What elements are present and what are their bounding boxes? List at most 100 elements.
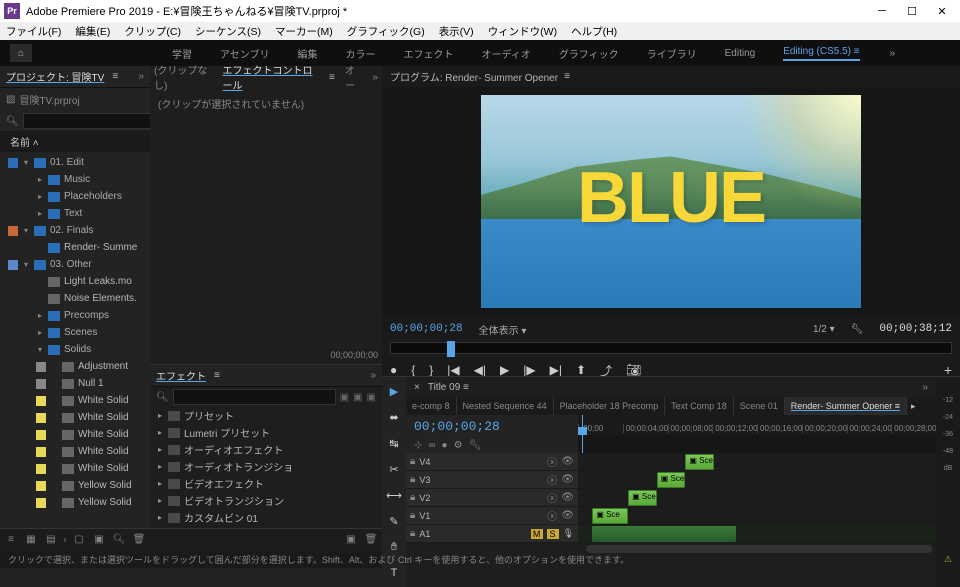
workspace-tab[interactable]: カラー bbox=[346, 46, 376, 61]
project-item[interactable]: Null 1 bbox=[0, 375, 150, 392]
ripple-edit-tool[interactable]: ↹ bbox=[386, 435, 402, 451]
program-scrubber[interactable] bbox=[390, 342, 952, 354]
project-tab[interactable]: プロジェクト: 冒険TV bbox=[6, 69, 104, 84]
lock-icon[interactable]: 🔒︎ bbox=[410, 456, 415, 467]
lock-icon[interactable]: 🔒︎ bbox=[410, 492, 415, 503]
zoom-slider[interactable] bbox=[64, 538, 66, 542]
project-item[interactable]: Render- Summe bbox=[0, 239, 150, 256]
program-tab[interactable]: プログラム: Render- Summer Opener bbox=[390, 69, 558, 84]
timeline-tab[interactable]: Title 09 ≡ bbox=[428, 382, 469, 393]
project-item[interactable]: Light Leaks.mo bbox=[0, 273, 150, 290]
project-item[interactable]: White Solid bbox=[0, 392, 150, 409]
workspace-tab[interactable]: 編集 bbox=[298, 46, 318, 61]
sequence-tab[interactable]: Scene 01 bbox=[734, 397, 785, 415]
close-button[interactable]: ✕ bbox=[936, 5, 948, 17]
slip-tool[interactable]: ⟷ bbox=[386, 487, 402, 503]
toggle-output-icon[interactable]: ⓧ bbox=[547, 508, 557, 523]
effects-search-input[interactable] bbox=[173, 389, 336, 405]
menu-item[interactable]: シーケンス(S) bbox=[195, 24, 261, 39]
new-bin-button[interactable]: ▢ bbox=[72, 533, 86, 547]
video-track[interactable]: ▣ Scen bbox=[578, 489, 936, 507]
menu-item[interactable]: マーカー(M) bbox=[275, 24, 333, 39]
program-menu-icon[interactable]: ≡ bbox=[564, 71, 570, 82]
project-item[interactable]: Noise Elements. bbox=[0, 290, 150, 307]
solo-button[interactable]: S bbox=[547, 529, 559, 539]
warning-icon[interactable]: ⚠︎ bbox=[944, 554, 952, 565]
effects-menu-icon[interactable]: ≡ bbox=[214, 370, 220, 381]
eye-icon[interactable]: 👁︎ bbox=[561, 492, 574, 503]
effect-folder[interactable]: ▸プリセット bbox=[150, 407, 382, 424]
project-bin[interactable]: ▸Scenes bbox=[0, 324, 150, 341]
project-search-input[interactable] bbox=[23, 113, 165, 129]
razor-tool[interactable]: ✂︎ bbox=[386, 461, 402, 477]
workspace-tab[interactable]: オーディオ bbox=[482, 46, 531, 61]
menu-item[interactable]: ウィンドウ(W) bbox=[488, 24, 557, 39]
menu-item[interactable]: ファイル(F) bbox=[6, 24, 61, 39]
video-track-header[interactable]: 🔒︎V1ⓧ👁︎ bbox=[406, 507, 578, 525]
lock-icon[interactable]: 🔒︎ bbox=[410, 528, 415, 539]
video-clip[interactable]: ▣ Sce bbox=[592, 508, 628, 524]
project-bin[interactable]: ▸Text bbox=[0, 205, 150, 222]
project-item[interactable]: White Solid bbox=[0, 426, 150, 443]
voice-over-icon[interactable]: 🎙︎ bbox=[563, 528, 574, 539]
settings-icon[interactable]: 🔧︎ bbox=[851, 324, 864, 335]
effect-folder[interactable]: ▸Lumetri プリセット bbox=[150, 424, 382, 441]
lock-icon[interactable]: 🔒︎ bbox=[410, 474, 415, 485]
project-item[interactable]: White Solid bbox=[0, 409, 150, 426]
timeline-overflow-icon[interactable]: » bbox=[922, 382, 928, 393]
project-item[interactable]: White Solid bbox=[0, 460, 150, 477]
program-monitor[interactable]: BLUE bbox=[481, 95, 861, 308]
settings-button[interactable]: ⚙︎ bbox=[454, 440, 463, 451]
toggle-output-icon[interactable]: ⓧ bbox=[547, 454, 557, 469]
seq-tab-next-icon[interactable]: ▸ bbox=[907, 401, 920, 412]
list-view-button[interactable]: ≡ bbox=[4, 533, 18, 547]
workspace-tab[interactable]: エフェクト bbox=[404, 46, 454, 61]
export-frame-button[interactable]: 📷︎ bbox=[626, 363, 641, 377]
project-bin[interactable]: ▾01. Edit bbox=[0, 154, 150, 171]
fx-badge-1-icon[interactable]: ▣ bbox=[340, 392, 349, 403]
effect-controls-menu-icon[interactable]: ≡ bbox=[329, 72, 335, 83]
video-track-header[interactable]: 🔒︎V2ⓧ👁︎ bbox=[406, 489, 578, 507]
timeline-close-button[interactable]: × bbox=[414, 382, 420, 393]
step-forward-button[interactable]: |▶ bbox=[523, 363, 535, 377]
effects-tab[interactable]: エフェクト bbox=[156, 368, 206, 383]
toggle-output-icon[interactable]: ⓧ bbox=[547, 472, 557, 487]
workspace-tab[interactable]: アセンブリ bbox=[220, 46, 270, 61]
icon-view-button[interactable]: ▦ bbox=[24, 533, 38, 547]
mark-in-button[interactable]: { bbox=[411, 363, 415, 377]
project-bin[interactable]: ▸Music bbox=[0, 171, 150, 188]
project-bin[interactable]: ▸Placeholders bbox=[0, 188, 150, 205]
program-resolution-select[interactable]: 1/2 ▾ bbox=[813, 324, 835, 335]
mute-button[interactable]: M bbox=[531, 529, 543, 539]
panel-overflow-icon[interactable]: » bbox=[138, 71, 144, 82]
lift-button[interactable]: ⬆ bbox=[576, 363, 586, 377]
linked-selection-button[interactable]: ∞ bbox=[428, 440, 435, 451]
source-overflow-icon[interactable]: » bbox=[372, 72, 378, 83]
marker-button[interactable]: ● bbox=[442, 440, 448, 451]
sequence-tab[interactable]: Render- Summer Opener ≡ bbox=[785, 397, 907, 415]
sequence-tab[interactable]: e-comp 8 bbox=[406, 397, 457, 415]
video-clip[interactable]: ▣ Scene bbox=[657, 472, 686, 488]
panel-menu-icon[interactable]: ≡ bbox=[112, 71, 118, 82]
snap-button[interactable]: ⊹ bbox=[414, 440, 422, 451]
effect-folder[interactable]: ▸オーディオエフェクト bbox=[150, 441, 382, 458]
step-back-button[interactable]: ◀| bbox=[474, 363, 486, 377]
workspace-tab[interactable]: Editing (CS5.5) ≡ bbox=[783, 46, 859, 61]
project-bin[interactable]: ▾02. Finals bbox=[0, 222, 150, 239]
eye-icon[interactable]: 👁︎ bbox=[561, 474, 574, 485]
pen-tool[interactable]: ✎ bbox=[386, 513, 402, 529]
project-item[interactable]: Yellow Solid bbox=[0, 494, 150, 511]
project-bin[interactable]: ▸Precomps bbox=[0, 307, 150, 324]
video-track-header[interactable]: 🔒︎V3ⓧ👁︎ bbox=[406, 471, 578, 489]
video-clip[interactable]: ▣ Scen bbox=[685, 454, 714, 470]
timeline-playhead[interactable] bbox=[582, 415, 583, 453]
project-bin[interactable]: ▾03. Other bbox=[0, 256, 150, 273]
sequence-tab[interactable]: Text Comp 18 bbox=[665, 397, 734, 415]
video-track[interactable]: ▣ Scene bbox=[578, 471, 936, 489]
effect-folder[interactable]: ▸オーディオトランジショ bbox=[150, 458, 382, 475]
trash-button[interactable]: 🗑︎ bbox=[132, 533, 146, 547]
program-zoom-select[interactable]: 全体表示 ▾ bbox=[473, 321, 533, 338]
sequence-tab[interactable]: Nested Sequence 44 bbox=[457, 397, 554, 415]
maximize-button[interactable]: ☐ bbox=[906, 5, 918, 17]
go-to-in-button[interactable]: |◀ bbox=[447, 363, 459, 377]
